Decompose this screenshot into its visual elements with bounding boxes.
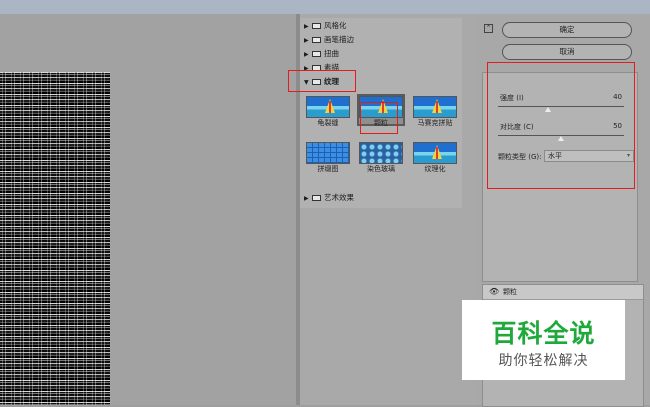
thumbnail-image [306, 142, 350, 164]
folder-icon [312, 23, 321, 29]
preview-canvas[interactable] [0, 14, 297, 405]
expand-arrow-icon: ▶ [304, 195, 309, 202]
thumbnail-image [413, 142, 457, 164]
expand-arrow-icon: ▶ [304, 37, 309, 44]
title-bar [0, 0, 650, 14]
folder-icon [312, 51, 321, 57]
highlight-box-thumbnail [360, 102, 398, 134]
folder-icon [312, 195, 321, 201]
expand-arrow-icon: ▶ [304, 51, 309, 58]
thumb-mosaic-tiles[interactable]: 马赛克拼贴 [413, 96, 457, 127]
folder-icon [312, 37, 321, 43]
category-brush-strokes[interactable]: ▶ 画笔描边 [304, 34, 354, 46]
ok-button[interactable]: 确定 [502, 22, 632, 38]
thumb-texturizer[interactable]: 纹理化 [413, 142, 457, 173]
thumbnail-image [359, 142, 403, 164]
thumbnail-image [413, 96, 457, 118]
thumb-patchwork[interactable]: 拼缀图 [306, 142, 350, 173]
expand-arrow-icon: ▶ [304, 23, 309, 30]
category-distort[interactable]: ▶ 扭曲 [304, 48, 339, 60]
preview-image [0, 72, 110, 405]
category-artistic[interactable]: ▶ 艺术效果 [304, 192, 354, 204]
category-stylize[interactable]: ▶ 风格化 [304, 20, 347, 32]
effect-layer-row[interactable]: 👁 颗粒 [483, 285, 643, 300]
highlight-box-settings [487, 62, 635, 189]
eye-icon[interactable]: 👁 [489, 285, 499, 299]
highlight-box-category [288, 70, 356, 92]
collapse-gallery-icon[interactable]: ⌃ [484, 24, 493, 33]
thumbnail-image [306, 96, 350, 118]
cancel-button[interactable]: 取消 [502, 44, 632, 60]
watermark-logo: 百科全说 助你轻松解决 [462, 300, 625, 380]
thumb-stained-glass[interactable]: 染色玻璃 [359, 142, 403, 173]
thumb-craquelure[interactable]: 龟裂缝 [306, 96, 350, 127]
